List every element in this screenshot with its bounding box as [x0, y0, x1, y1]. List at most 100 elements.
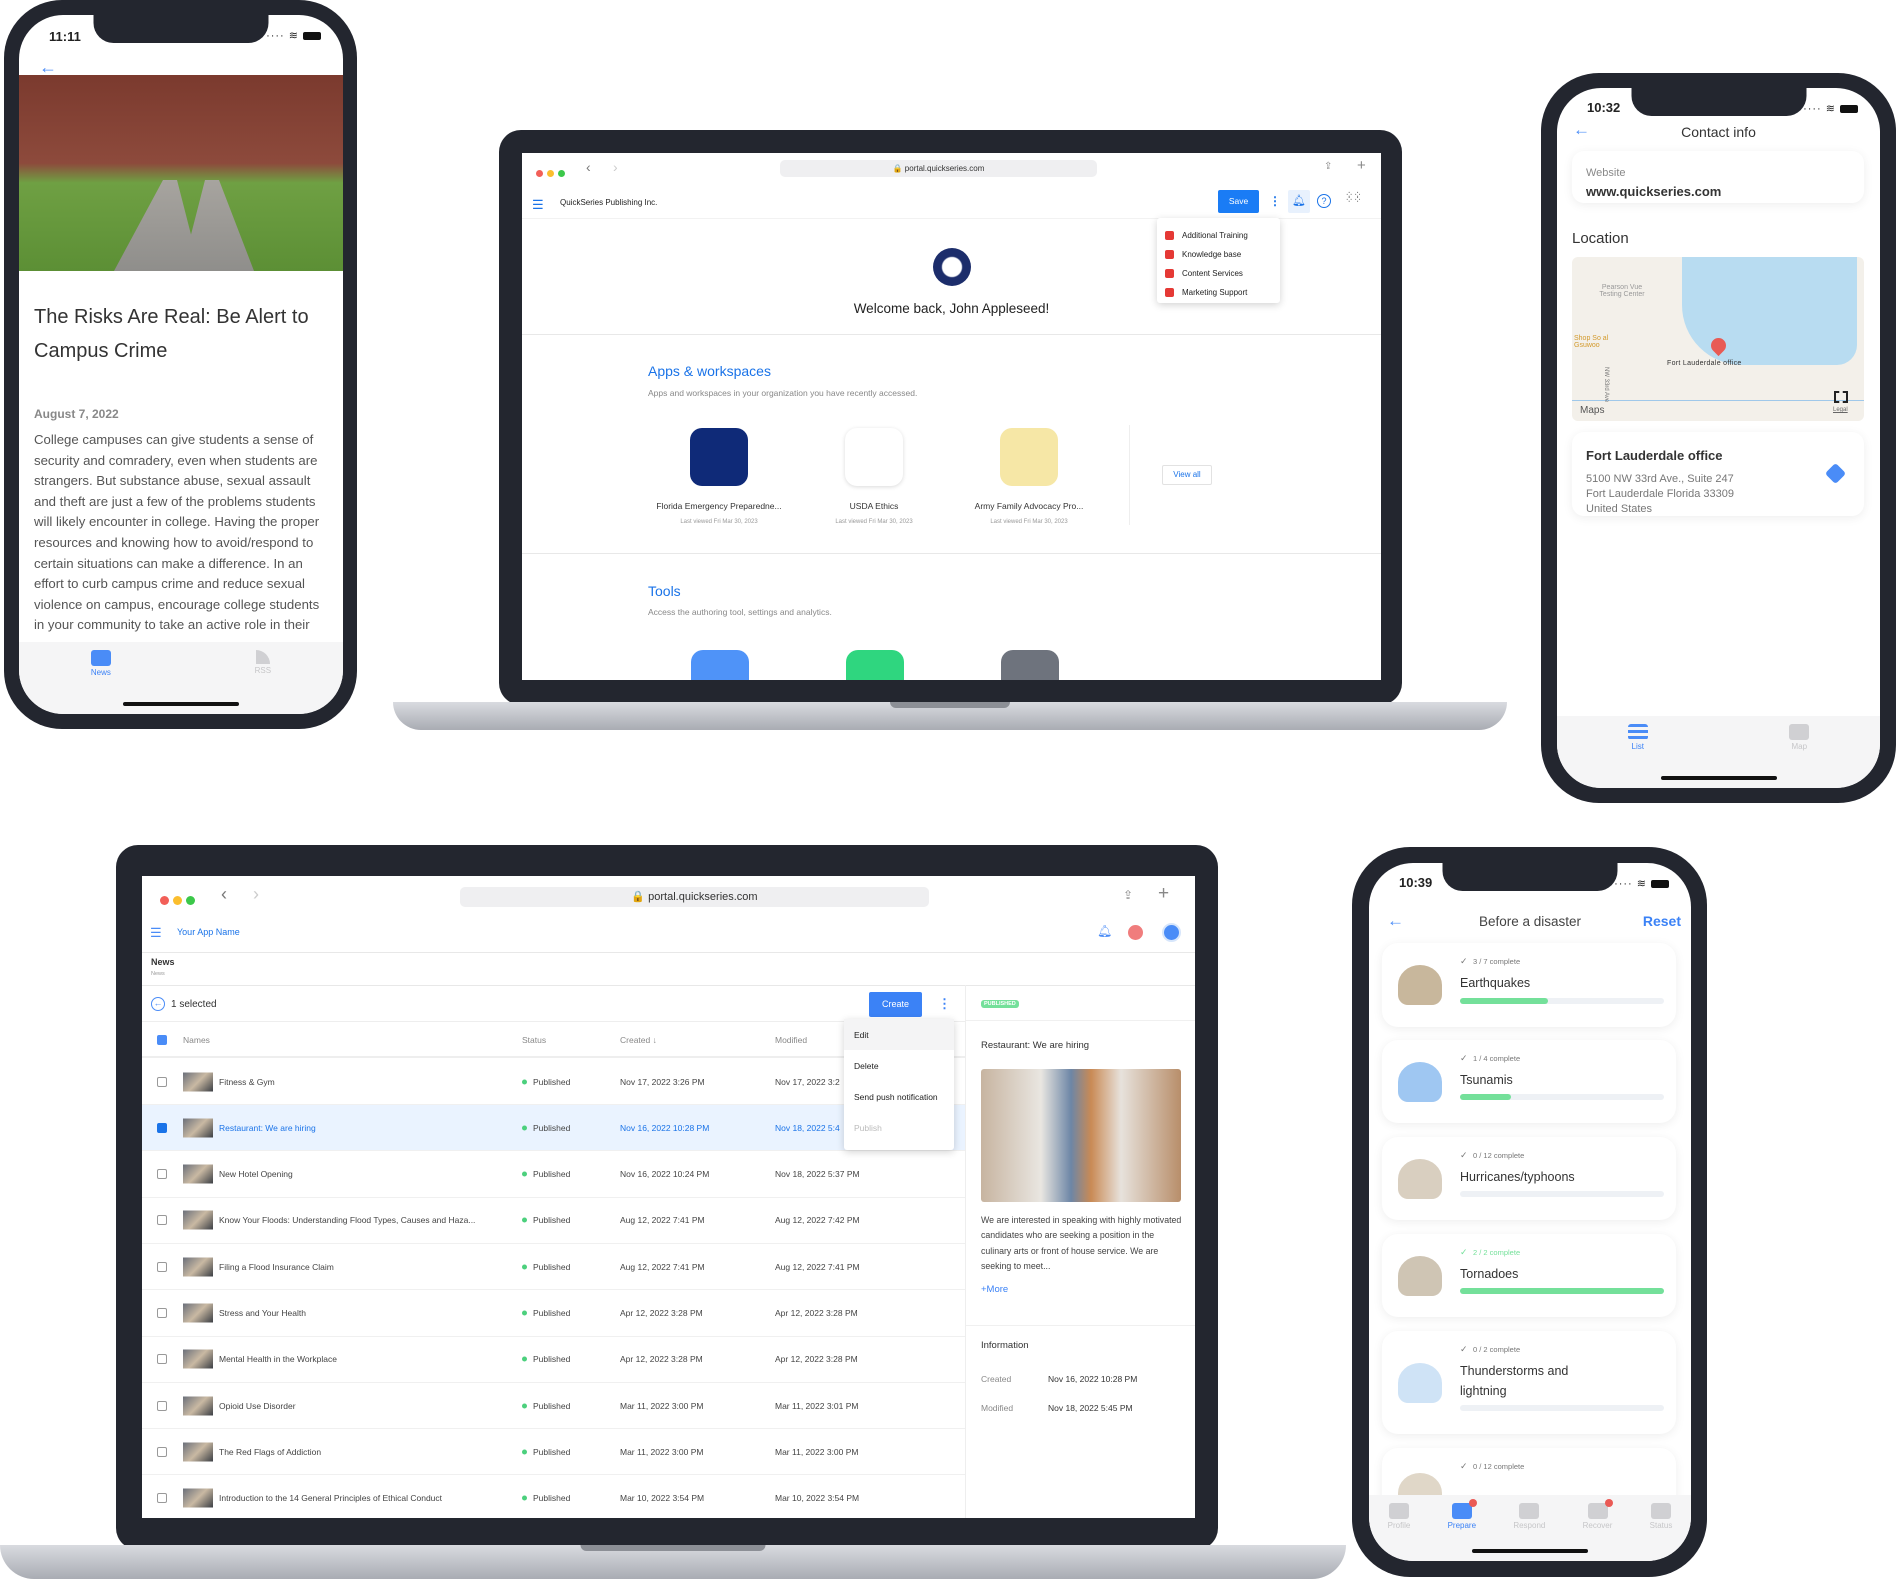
disaster-card[interactable]: ✓ 2 / 2 complete Tornadoes [1382, 1234, 1676, 1317]
row-name[interactable]: The Red Flags of Addiction [219, 1447, 321, 1457]
row-name[interactable]: Fitness & Gym [219, 1077, 275, 1087]
content-services-icon [1165, 269, 1174, 278]
forward-nav-icon[interactable]: › [253, 884, 259, 905]
apps-grid-icon[interactable]: ⁘⁘ ⁘⁘ [1345, 191, 1362, 206]
menu-item-knowledge-base[interactable]: Knowledge base [1165, 245, 1272, 264]
help-icon[interactable]: ? [1317, 194, 1331, 208]
row-checkbox[interactable] [157, 1308, 167, 1318]
row-checkbox[interactable] [157, 1400, 167, 1411]
hamburger-menu-icon[interactable]: ☰ [150, 925, 162, 941]
table-row[interactable]: Opioid Use Disorder Published Mar 11, 2022… [142, 1383, 965, 1430]
url-bar[interactable]: 🔒 portal.quickseries.com [780, 160, 1097, 177]
menu-item-delete[interactable]: Delete [844, 1050, 954, 1081]
row-name[interactable]: New Hotel Opening [219, 1169, 293, 1179]
back-nav-icon[interactable]: ‹ [586, 159, 591, 175]
breadcrumb[interactable]: News [151, 971, 165, 977]
table-row[interactable]: Restaurant: We are hiring Published Nov 16… [142, 1105, 965, 1152]
app-tile[interactable]: Florida Emergency Preparedne... Last view… [644, 428, 794, 525]
notifications-bell-icon[interactable]: 🔔︎ [1097, 924, 1112, 938]
deselect-back-icon[interactable]: ← [151, 997, 165, 1011]
disaster-card[interactable]: ✓ 1 / 4 complete Tsunamis [1382, 1040, 1676, 1123]
row-created: Mar 10, 2022 3:54 PM [620, 1493, 705, 1504]
row-name[interactable]: Opioid Use Disorder [219, 1401, 296, 1411]
map-legal-link[interactable]: Legal [1833, 407, 1848, 413]
table-row[interactable]: The Red Flags of Addiction Published Mar 1… [142, 1429, 965, 1476]
tab-list[interactable]: List [1627, 724, 1648, 788]
tab-map[interactable]: Map [1789, 724, 1810, 788]
row-checkbox[interactable] [157, 1076, 167, 1087]
row-checkbox[interactable] [157, 1446, 167, 1457]
row-status: Published [533, 1169, 571, 1180]
table-row[interactable]: Filing a Flood Insurance Claim Published A… [142, 1244, 965, 1291]
app-tile[interactable]: Army Family Advocacy Pro... Last viewed F… [954, 428, 1104, 525]
view-all-button[interactable]: View all [1162, 465, 1212, 485]
row-name[interactable]: Mental Health in the Workplace [219, 1354, 337, 1364]
map-view[interactable]: Pearson Vue Testing Center Shop So al Gs… [1572, 257, 1864, 421]
directions-icon[interactable] [1824, 462, 1847, 485]
app-tile[interactable]: USDA Ethics Last viewed Fri Mar 30, 2023 [799, 428, 949, 525]
checklist-icon: ✓ [1460, 1344, 1468, 1354]
table-row[interactable]: Fitness & Gym Published Nov 17, 2022 3:26 … [142, 1059, 965, 1105]
save-button[interactable]: Save [1218, 190, 1259, 213]
select-all-checkbox[interactable] [157, 1035, 167, 1045]
tab-status[interactable]: Status [1650, 1503, 1672, 1561]
menu-item-content-services[interactable]: Content Services [1165, 264, 1272, 283]
disaster-card[interactable]: ✓ 3 / 7 complete Earthquakes [1382, 943, 1676, 1027]
organization-avatar[interactable] [1162, 923, 1181, 942]
row-checkbox[interactable] [157, 1169, 167, 1180]
column-created[interactable]: Created ↓ [620, 1035, 657, 1045]
forward-nav-icon[interactable]: › [613, 159, 618, 175]
disaster-card[interactable]: ✓ 0 / 2 complete Thunderstorms and lightni… [1382, 1331, 1676, 1434]
back-nav-icon[interactable]: ‹ [221, 884, 227, 905]
modified-label: Modified [981, 1403, 1014, 1413]
row-checkbox[interactable] [157, 1122, 167, 1133]
tab-profile[interactable]: Profile [1388, 1503, 1410, 1561]
column-names[interactable]: Names [183, 1035, 210, 1045]
new-tab-icon[interactable]: + [1158, 883, 1169, 905]
menu-item-send-push-notification[interactable]: Send push notification [844, 1081, 954, 1112]
menu-item-additional-training[interactable]: Additional Training [1165, 226, 1272, 245]
row-created: Nov 17, 2022 3:26 PM [620, 1076, 705, 1087]
website-link[interactable]: www.quickseries.com [1586, 184, 1721, 199]
new-tab-icon[interactable]: + [1357, 157, 1366, 174]
reset-button[interactable]: Reset [1643, 913, 1681, 929]
column-status[interactable]: Status [522, 1035, 546, 1045]
row-name[interactable]: Introduction to the 14 General Principle… [219, 1493, 442, 1503]
table-row[interactable]: Introduction to the 14 General Principle… [142, 1476, 965, 1518]
notifications-bell-icon[interactable]: 🔔︎ [1288, 190, 1310, 213]
share-icon[interactable]: ⇪ [1123, 888, 1133, 902]
row-checkbox[interactable] [157, 1354, 167, 1365]
window-controls[interactable] [536, 164, 569, 182]
window-controls[interactable] [160, 892, 199, 910]
url-bar[interactable]: 🔒 portal.quickseries.com [460, 887, 929, 907]
disaster-card[interactable]: ✓ 0 / 12 complete Hurricanes/typhoons [1382, 1137, 1676, 1220]
share-icon[interactable]: ⇪ [1324, 161, 1332, 172]
row-name[interactable]: Restaurant: We are hiring [219, 1123, 316, 1133]
table-row[interactable]: Stress and Your Health Published Apr 12, 2… [142, 1291, 965, 1337]
row-checkbox[interactable] [157, 1215, 167, 1226]
row-name[interactable]: Stress and Your Health [219, 1308, 306, 1318]
tab-rss[interactable]: RSS [255, 650, 271, 714]
menu-item-marketing-support[interactable]: Marketing Support [1165, 283, 1272, 302]
row-name[interactable]: Filing a Flood Insurance Claim [219, 1262, 334, 1272]
menu-item-edit[interactable]: Edit [844, 1019, 954, 1050]
more-options-icon[interactable]: ⋮ [938, 996, 951, 1012]
row-checkbox[interactable] [157, 1261, 167, 1272]
column-modified[interactable]: Modified [775, 1035, 807, 1045]
table-row[interactable]: New Hotel Opening Published Nov 16, 2022 1… [142, 1152, 965, 1198]
row-name[interactable]: Know Your Floods: Understanding Flood Ty… [219, 1215, 475, 1225]
analytics-icon[interactable] [846, 650, 904, 680]
hamburger-menu-icon[interactable]: ☰ [532, 197, 544, 213]
settings-gear-icon[interactable] [1001, 650, 1059, 680]
website-card[interactable]: Website www.quickseries.com [1572, 151, 1864, 203]
table-row[interactable]: Know Your Floods: Understanding Flood Ty… [142, 1198, 965, 1244]
table-row[interactable]: Mental Health in the Workplace Published A… [142, 1337, 965, 1383]
more-link[interactable]: +More [981, 1284, 1008, 1295]
more-options-icon[interactable]: ⋮ [1269, 194, 1281, 208]
user-avatar[interactable] [1128, 925, 1143, 940]
tab-news[interactable]: News [90, 650, 111, 714]
row-checkbox[interactable] [157, 1493, 167, 1504]
rocket-icon[interactable] [691, 650, 749, 680]
expand-map-icon[interactable] [1834, 391, 1848, 403]
create-button[interactable]: Create [869, 992, 922, 1017]
